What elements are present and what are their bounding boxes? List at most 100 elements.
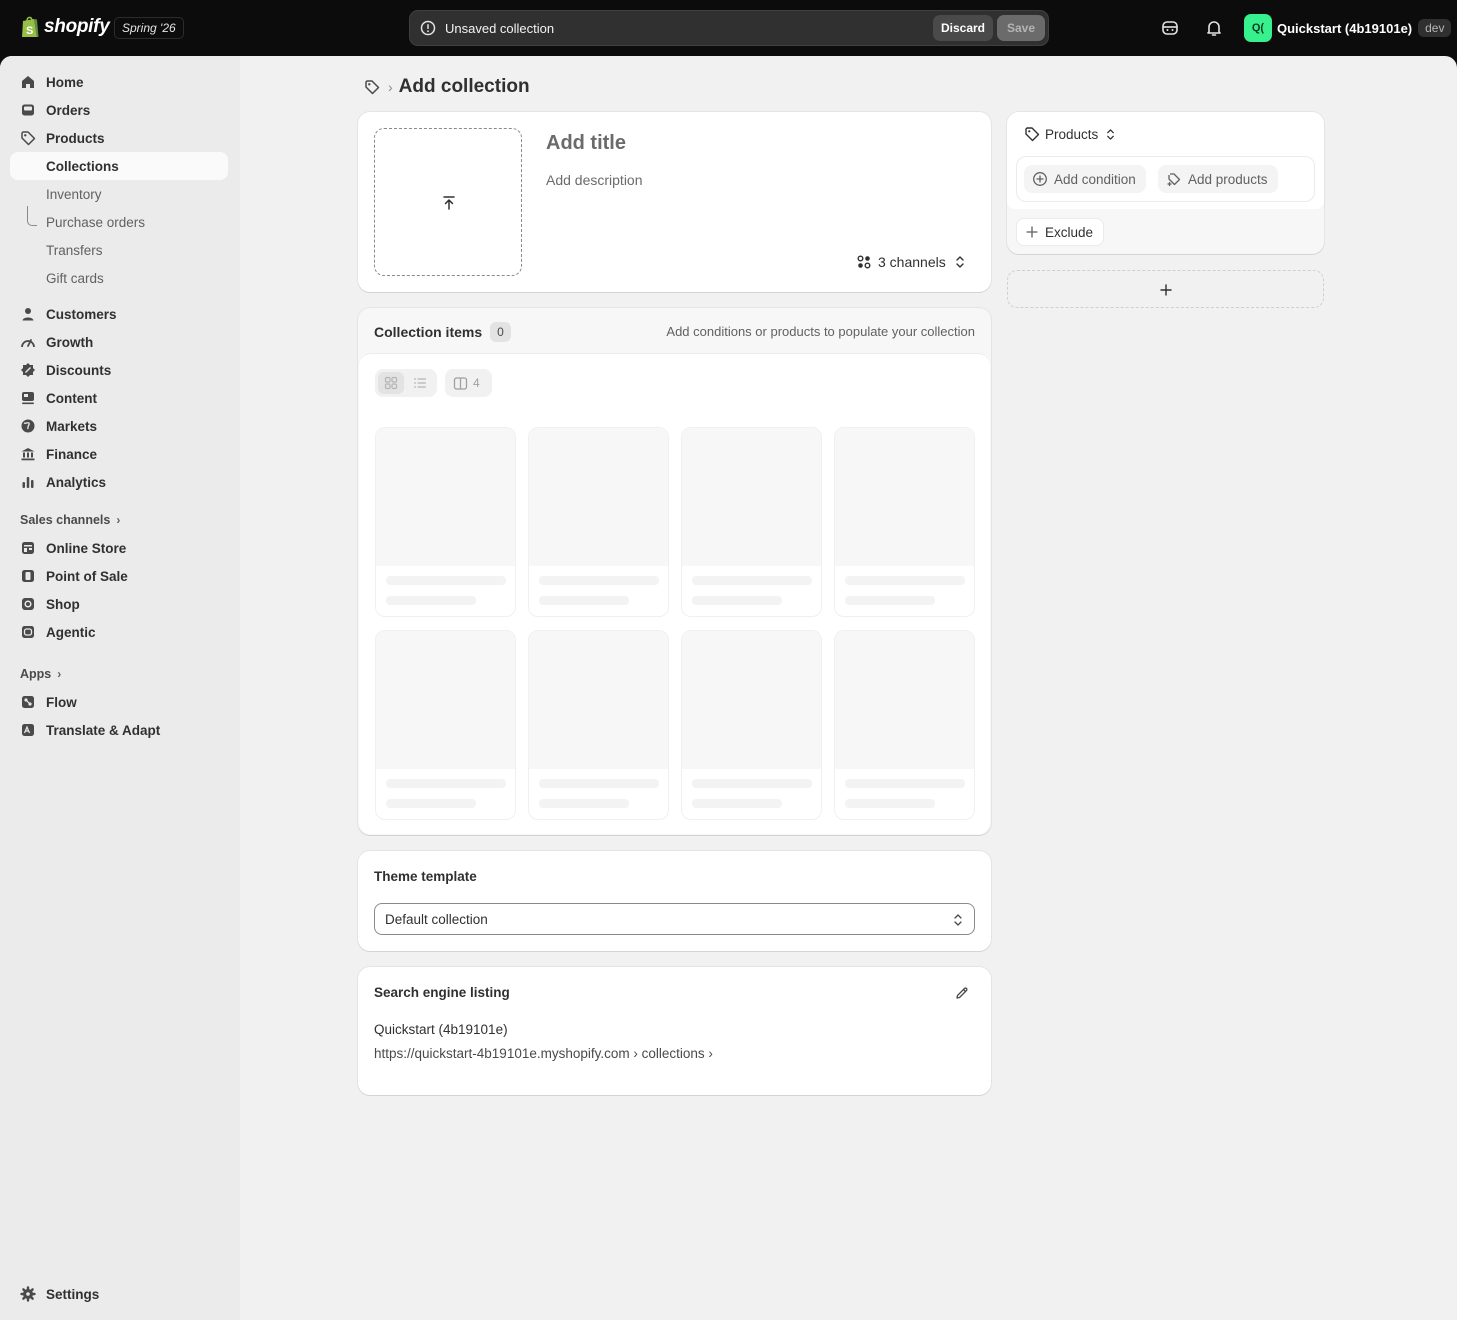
add-block-button[interactable] <box>1007 270 1324 308</box>
sidebar-item-label: Discounts <box>46 363 112 378</box>
channels-icon <box>857 255 871 269</box>
sidebar-item-collections[interactable]: Collections <box>10 152 228 180</box>
description-input[interactable]: Add description <box>546 172 643 188</box>
list-icon <box>413 378 427 388</box>
store-name: Quickstart (4b19101e) <box>1277 20 1413 36</box>
section-heading-label: Apps <box>20 667 52 681</box>
sidebar-item-translate-adapt[interactable]: Translate & Adapt <box>10 716 228 744</box>
theme-template-select[interactable]: Default collection <box>374 903 975 935</box>
sidebar-item-label: Agentic <box>46 625 96 640</box>
columns-icon <box>453 376 468 390</box>
skeleton-card <box>834 427 975 617</box>
sidebar-item-label: Shop <box>46 597 80 612</box>
chevron-right-icon: › <box>388 79 393 95</box>
items-hint-text: Add conditions or products to populate y… <box>666 324 975 339</box>
sidebar-item-label: Analytics <box>46 475 107 490</box>
online-store-icon <box>22 542 34 554</box>
sidebar-item-orders[interactable]: Orders <box>10 96 228 124</box>
image-dropzone[interactable] <box>374 128 522 276</box>
alert-circle-icon <box>420 20 436 36</box>
pos-icon <box>22 570 34 582</box>
inbox-icon <box>22 104 34 116</box>
sidebar-item-flow[interactable]: Flow <box>10 688 228 716</box>
sidebar-item-label: Home <box>46 75 84 90</box>
unsaved-message: Unsaved collection <box>445 21 555 36</box>
agentic-icon <box>22 626 34 638</box>
sidebar-item-inventory[interactable]: Inventory <box>10 180 228 208</box>
bell-icon[interactable] <box>1204 18 1224 38</box>
sidebar-item-transfers[interactable]: Transfers <box>10 236 228 264</box>
save-button[interactable]: Save <box>997 15 1045 41</box>
list-view-button[interactable] <box>407 372 433 394</box>
edition-badge[interactable]: Spring '26 <box>114 17 184 39</box>
sidebar-item-gift-cards[interactable]: Gift cards <box>10 264 228 292</box>
plus-icon <box>1026 226 1038 238</box>
sidebar-item-label: Products <box>46 131 105 146</box>
sidekick-icon[interactable] <box>1160 18 1180 38</box>
app-shell: Home Orders Products Collections Invento… <box>0 56 1457 1320</box>
columns-button[interactable]: 4 <box>445 369 492 397</box>
person-icon <box>22 308 34 321</box>
theme-template-card: Theme template Default collection <box>358 851 991 951</box>
sales-channels-heading[interactable]: Sales channels › <box>20 513 120 527</box>
add-condition-button[interactable]: Add condition <box>1024 165 1146 193</box>
sidebar-item-shop[interactable]: Shop <box>10 590 228 618</box>
sidebar-item-customers[interactable]: Customers <box>10 300 228 328</box>
discard-button[interactable]: Discard <box>933 15 993 41</box>
env-badge: dev <box>1418 19 1452 37</box>
sidebar-item-markets[interactable]: Markets <box>10 412 228 440</box>
tag-icon[interactable] <box>362 77 382 97</box>
pencil-icon[interactable] <box>954 985 970 1001</box>
bank-icon <box>21 448 35 461</box>
gauge-icon <box>21 339 35 348</box>
sidebar-item-settings[interactable]: Settings <box>10 1280 228 1308</box>
sidebar-item-products[interactable]: Products <box>10 124 228 152</box>
sidebar-item-online-store[interactable]: Online Store <box>10 534 228 562</box>
conditions-box: Add condition Add products <box>1016 156 1315 202</box>
sidebar-item-label: Finance <box>46 447 98 462</box>
sidebar-item-label: Content <box>46 391 97 406</box>
select-value: Default collection <box>385 912 488 927</box>
skeleton-card <box>375 630 516 820</box>
grid-view-button[interactable] <box>378 372 404 394</box>
exclude-button[interactable]: Exclude <box>1016 218 1105 246</box>
sidebar-item-purchase-orders[interactable]: Purchase orders <box>10 208 228 236</box>
skeleton-card <box>528 427 669 617</box>
card-title: Search engine listing <box>374 985 510 1000</box>
title-input[interactable]: Add title <box>546 132 626 155</box>
section-heading-label: Sales channels <box>20 513 111 527</box>
search-engine-listing-card: Search engine listing Quickstart (4b1910… <box>358 967 991 1095</box>
shopify-logo[interactable]: S shopify <box>20 15 110 39</box>
add-products-button[interactable]: Add products <box>1158 165 1278 193</box>
sidebar-item-discounts[interactable]: Discounts <box>10 356 228 384</box>
skeleton-card <box>681 427 822 617</box>
channels-selector[interactable]: 3 channels <box>856 254 966 270</box>
chevron-right-icon: › <box>57 667 62 681</box>
channels-label: 3 channels <box>878 254 946 270</box>
sidebar-item-label: Gift cards <box>46 271 104 286</box>
apps-heading[interactable]: Apps › <box>20 667 61 681</box>
select-arrows-icon <box>1107 128 1115 140</box>
sidebar-item-growth[interactable]: Growth <box>10 328 228 356</box>
sidebar-item-label: Point of Sale <box>46 569 128 584</box>
shopify-bag-icon: S <box>22 16 39 37</box>
sidebar-item-finance[interactable]: Finance <box>10 440 228 468</box>
chevron-right-icon: › <box>116 513 121 527</box>
sidebar-item-agentic[interactable]: Agentic <box>10 618 228 646</box>
globe-icon <box>21 419 35 433</box>
sidebar-item-analytics[interactable]: Analytics <box>10 468 228 496</box>
sidebar-item-content[interactable]: Content <box>10 384 228 412</box>
sidebar-item-label: Settings <box>46 1287 100 1302</box>
plus-icon <box>1160 284 1172 296</box>
sidebar-item-label: Collections <box>46 159 119 174</box>
collection-type-label: Products <box>1045 126 1099 142</box>
sidebar-item-home[interactable]: Home <box>10 68 228 96</box>
sidebar-item-point-of-sale[interactable]: Point of Sale <box>10 562 228 590</box>
store-menu-button[interactable]: Q( Quickstart (4b19101e) dev <box>1244 14 1452 42</box>
collection-conditions-card: Products Add condition Add products Excl… <box>1007 112 1324 254</box>
collection-type-selector[interactable]: Products <box>1024 126 1116 142</box>
home-icon <box>22 76 34 88</box>
card-title: Collection items <box>374 324 483 340</box>
tag-plus-icon <box>1167 173 1181 187</box>
tag-icon <box>21 131 36 146</box>
